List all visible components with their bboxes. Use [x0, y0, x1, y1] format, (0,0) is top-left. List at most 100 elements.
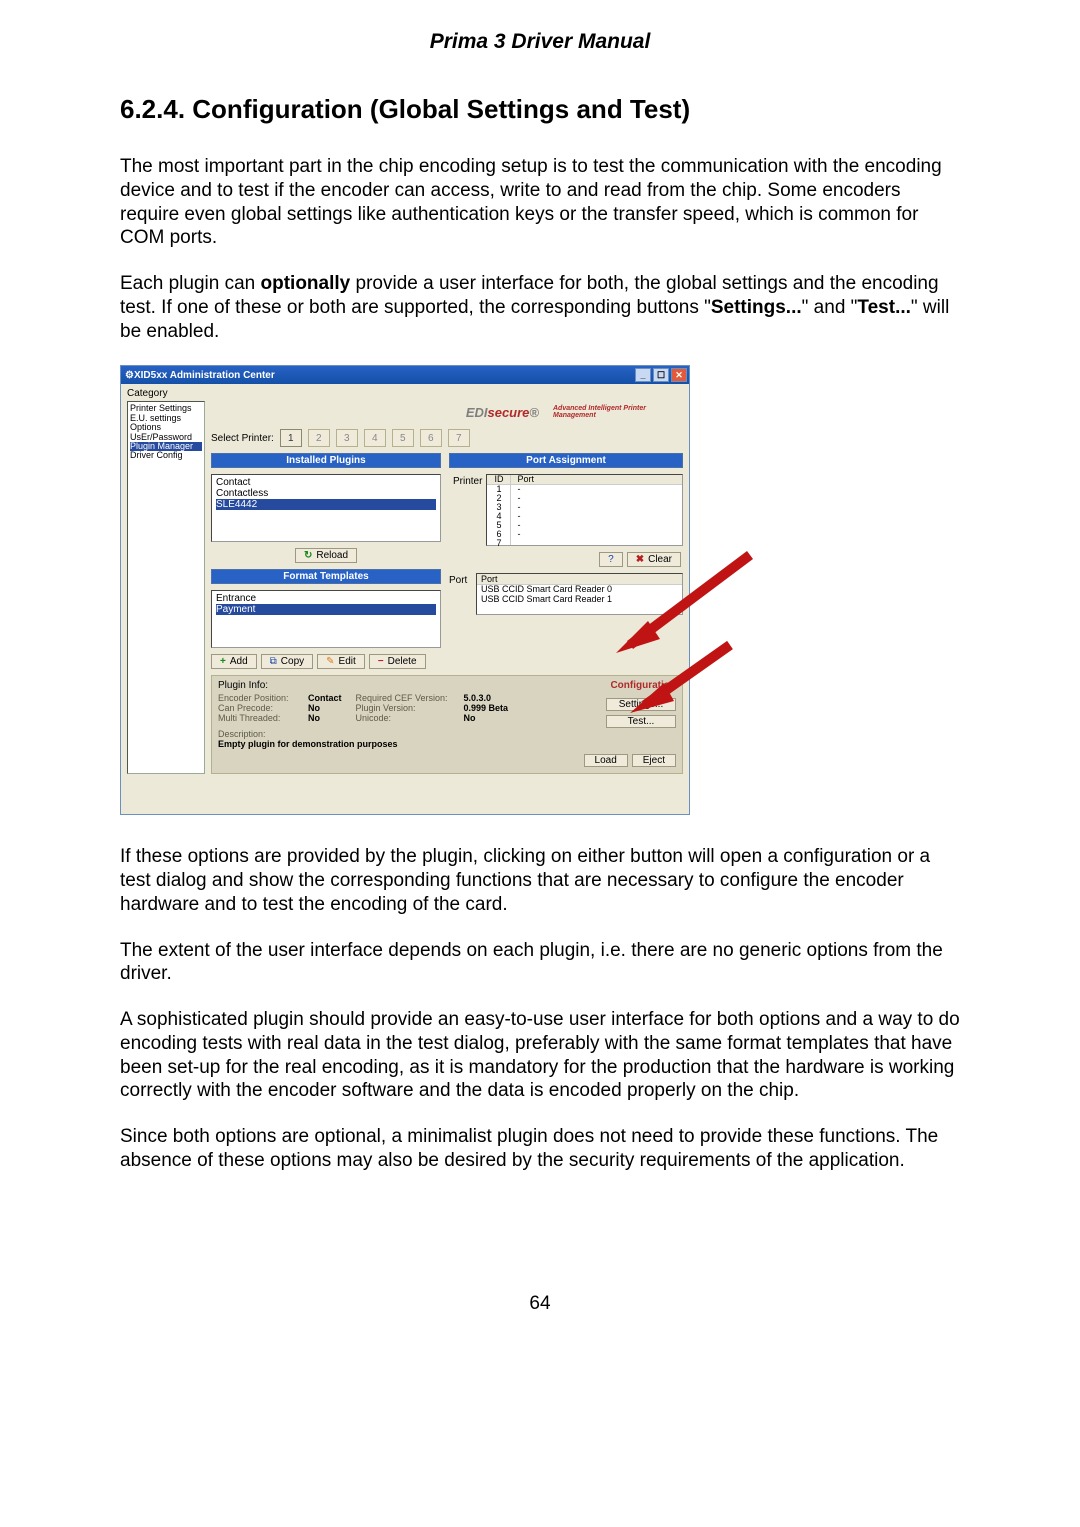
- format-templates-header: Format Templates: [211, 569, 441, 584]
- section-heading: 6.2.4. Configuration (Global Settings an…: [120, 94, 960, 125]
- close-button[interactable]: ✕: [671, 368, 687, 382]
- port-val-5: -: [511, 512, 682, 521]
- maximize-button[interactable]: ☐: [653, 368, 669, 382]
- can-precode-key: Can Precode:: [218, 703, 300, 713]
- paragraph-1: The most important part in the chip enco…: [120, 155, 960, 250]
- plugin-item-sle4442[interactable]: SLE4442: [216, 499, 436, 510]
- category-sidebar[interactable]: Printer Settings E.U. settings Options U…: [127, 401, 205, 774]
- test-button[interactable]: Test...: [606, 715, 676, 728]
- multi-threaded-val: No: [308, 713, 320, 723]
- minimize-button[interactable]: _: [635, 368, 651, 382]
- paragraph-4: The extent of the user interface depends…: [120, 939, 960, 987]
- port-val-3: -: [511, 494, 682, 503]
- window-title: XID5xx Administration Center: [134, 370, 635, 381]
- brand-logo: EDIsecure®: [380, 405, 543, 420]
- description-value: Empty plugin for demonstration purposes: [218, 739, 676, 749]
- paragraph-6: Since both options are optional, a minim…: [120, 1125, 960, 1173]
- req-cef-val: 5.0.3.0: [464, 693, 492, 703]
- req-cef-key: Required CEF Version:: [356, 693, 456, 703]
- add-label: Add: [230, 656, 248, 667]
- copy-button[interactable]: ⧉ Copy: [261, 654, 314, 669]
- template-item-entrance[interactable]: Entrance: [216, 593, 436, 604]
- port-id-7: 7: [487, 539, 510, 548]
- brand-reg: ®: [529, 405, 539, 420]
- plugin-item-contactless[interactable]: Contactless: [216, 488, 436, 499]
- edit-icon: ✎: [326, 656, 334, 667]
- port-select-box[interactable]: Port USB CCID Smart Card Reader 0 USB CC…: [476, 573, 683, 615]
- printer-tab-4[interactable]: 4: [364, 429, 386, 447]
- plugin-info-panel: Plugin Info: Configuration Encoder Posit…: [211, 675, 683, 774]
- settings-button[interactable]: Settings...: [606, 698, 676, 711]
- delete-label: Delete: [388, 656, 417, 667]
- brand-row: EDIsecure® Advanced Intelligent Printer …: [211, 401, 683, 423]
- minus-icon: −: [378, 656, 384, 667]
- clear-label: Clear: [648, 554, 672, 565]
- printer-tab-1[interactable]: 1: [280, 429, 302, 447]
- printer-tab-2[interactable]: 2: [308, 429, 330, 447]
- sidebar-item-driver-config[interactable]: Driver Config: [130, 451, 202, 460]
- brand-suffix: secure: [487, 405, 529, 420]
- delete-button[interactable]: −Delete: [369, 654, 426, 669]
- printer-select-row: Select Printer: 1 2 3 4 5 6 7: [211, 429, 683, 447]
- plugin-version-key: Plugin Version:: [356, 703, 456, 713]
- plugin-item-contact[interactable]: Contact: [216, 477, 436, 488]
- copy-icon: ⧉: [270, 656, 277, 667]
- multi-threaded-key: Multi Threaded:: [218, 713, 300, 723]
- eject-button[interactable]: Eject: [632, 754, 676, 767]
- screenshot-container: ⚙ XID5xx Administration Center _ ☐ ✕ Cat…: [120, 365, 740, 815]
- printer-tab-6[interactable]: 6: [420, 429, 442, 447]
- printer-tab-7[interactable]: 7: [448, 429, 470, 447]
- window-titlebar: ⚙ XID5xx Administration Center _ ☐ ✕: [121, 366, 689, 384]
- p2-bold-optionally: optionally: [261, 273, 351, 294]
- gear-icon: ⚙: [125, 370, 134, 381]
- copy-label: Copy: [281, 656, 304, 667]
- port-assignment-header: Port Assignment: [449, 453, 683, 468]
- description-label: Description:: [218, 729, 676, 739]
- plugin-version-val: 0.999 Beta: [464, 703, 509, 713]
- admin-center-window: ⚙ XID5xx Administration Center _ ☐ ✕ Cat…: [120, 365, 690, 815]
- port-val-6: -: [511, 521, 682, 530]
- question-icon: ?: [608, 554, 614, 565]
- x-icon: ✖: [636, 554, 644, 565]
- encoder-position-val: Contact: [308, 693, 342, 703]
- add-button[interactable]: + Add: [211, 654, 257, 669]
- printer-tab-3[interactable]: 3: [336, 429, 358, 447]
- manual-title: Prima 3 Driver Manual: [120, 30, 960, 54]
- port-val-4: -: [511, 503, 682, 512]
- paragraph-3: If these options are provided by the plu…: [120, 845, 960, 916]
- unicode-key: Unicode:: [356, 713, 456, 723]
- format-templates-list[interactable]: Entrance Payment: [211, 590, 441, 648]
- template-item-payment[interactable]: Payment: [216, 604, 436, 615]
- paragraph-5: A sophisticated plugin should provide an…: [120, 1008, 960, 1103]
- port-grid[interactable]: ID 1 2 3 4 5 6 7: [486, 474, 683, 546]
- brand-tagline: Advanced Intelligent Printer Management: [553, 405, 683, 419]
- edit-button[interactable]: ✎Edit: [317, 654, 365, 669]
- question-button[interactable]: ?: [599, 552, 623, 567]
- plugin-info-title: Plugin Info:: [218, 680, 676, 691]
- unicode-val: No: [464, 713, 476, 723]
- brand-prefix: EDI: [466, 405, 488, 420]
- configuration-label: Configuration: [610, 680, 676, 691]
- load-button[interactable]: Load: [584, 754, 628, 767]
- port-val-2: -: [511, 485, 682, 494]
- installed-plugins-list[interactable]: Contact Contactless SLE4442: [211, 474, 441, 542]
- port-val-7: -: [511, 530, 682, 539]
- can-precode-val: No: [308, 703, 320, 713]
- page-number: 64: [120, 1293, 960, 1315]
- port-row-1[interactable]: USB CCID Smart Card Reader 1: [477, 595, 682, 605]
- clear-button[interactable]: ✖ Clear: [627, 552, 681, 567]
- paragraph-2: Each plugin can optionally provide a use…: [120, 272, 960, 343]
- p2-bold-settings: Settings...: [711, 297, 802, 318]
- category-label: Category: [121, 384, 689, 399]
- encoder-position-key: Encoder Position:: [218, 693, 300, 703]
- printer-tab-5[interactable]: 5: [392, 429, 414, 447]
- p2-mid2: " and ": [802, 297, 858, 318]
- reload-icon: ↻: [304, 550, 312, 561]
- printer-column-label: Printer: [449, 474, 486, 546]
- p2-pre: Each plugin can: [120, 273, 261, 294]
- reload-label: Reload: [316, 550, 348, 561]
- plus-icon: +: [220, 656, 226, 667]
- installed-plugins-header: Installed Plugins: [211, 453, 441, 468]
- reload-button[interactable]: ↻ Reload: [295, 548, 357, 563]
- select-printer-label: Select Printer:: [211, 433, 274, 444]
